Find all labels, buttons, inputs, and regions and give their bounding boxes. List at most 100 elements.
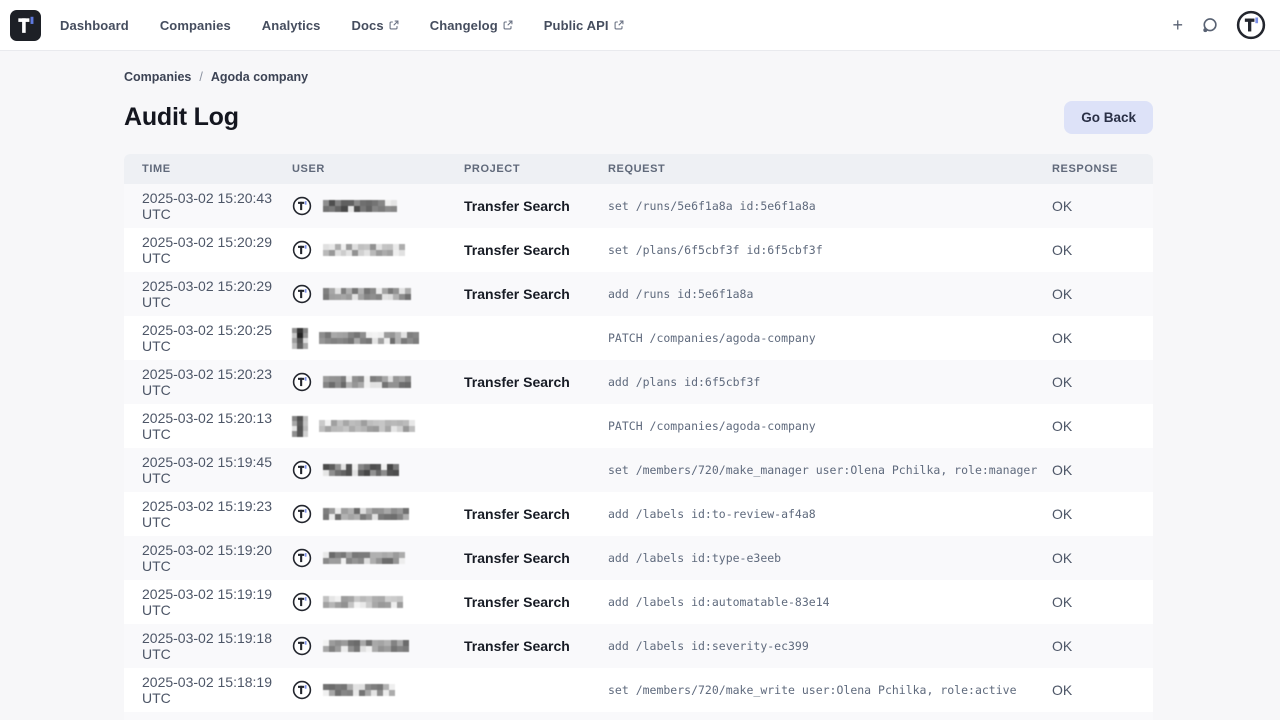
audit-log-row: 2025-03-02 15:20:43 UTC Transfer Searchs… (124, 184, 1153, 228)
t-logo-avatar-icon (292, 680, 312, 700)
external-link-icon (503, 18, 513, 33)
redacted-user-name (323, 200, 397, 212)
row-project: Transfer Search (464, 374, 608, 390)
audit-log-row: 2025-03-02 15:19:19 UTC Transfer Searcha… (124, 580, 1153, 624)
redacted-user-name (323, 244, 405, 256)
t-logo-avatar-icon (292, 460, 312, 480)
pixelated-avatar-icon (292, 328, 308, 349)
nav-item-public-api[interactable]: Public API (544, 18, 624, 33)
go-back-button[interactable]: Go Back (1064, 101, 1153, 134)
partial-next-row (124, 712, 1153, 720)
external-link-icon (389, 18, 399, 33)
pixelated-avatar-icon (292, 416, 308, 437)
table-header-row: TIME USER PROJECT REQUEST RESPONSE (124, 154, 1153, 184)
row-time: 2025-03-02 15:19:45 UTC (124, 454, 292, 486)
breadcrumb: Companies / Agoda company (124, 70, 1153, 84)
breadcrumb-companies-link[interactable]: Companies (124, 70, 191, 84)
t-logo-avatar-icon (292, 592, 312, 612)
add-button[interactable]: + (1172, 16, 1183, 34)
row-time: 2025-03-02 15:20:23 UTC (124, 366, 292, 398)
nav-item-analytics[interactable]: Analytics (262, 18, 321, 33)
row-response-status: OK (1052, 418, 1134, 434)
t-logo-avatar-icon (292, 504, 312, 524)
row-request: PATCH /companies/agoda-company (608, 331, 1052, 345)
row-user (292, 284, 464, 304)
column-header-time: TIME (124, 163, 292, 175)
column-header-project: PROJECT (464, 163, 608, 175)
row-user (292, 548, 464, 568)
support-headset-icon[interactable] (1200, 16, 1219, 35)
nav-items: Dashboard Companies Analytics Docs Changelo… (60, 18, 624, 33)
row-user (292, 196, 464, 216)
breadcrumb-separator: / (199, 70, 202, 84)
redacted-user-name (323, 684, 395, 696)
row-project: Transfer Search (464, 286, 608, 302)
row-request: add /labels id:type-e3eeb (608, 551, 1052, 565)
row-project: Transfer Search (464, 198, 608, 214)
row-user (292, 592, 464, 612)
top-nav: Dashboard Companies Analytics Docs Changelo… (0, 0, 1280, 51)
row-project: Transfer Search (464, 550, 608, 566)
row-response-status: OK (1052, 242, 1134, 258)
row-request: set /runs/5e6f1a8a id:5e6f1a8a (608, 199, 1052, 213)
redacted-user-name (323, 376, 411, 388)
nav-item-label: Public API (544, 18, 609, 33)
redacted-user-name (323, 288, 411, 300)
page-title: Audit Log (124, 103, 239, 132)
t-logo-avatar-icon (292, 240, 312, 260)
row-project: Transfer Search (464, 506, 608, 522)
nav-item-label: Changelog (430, 18, 498, 33)
row-response-status: OK (1052, 330, 1134, 346)
row-request: set /plans/6f5cbf3f id:6f5cbf3f (608, 243, 1052, 257)
audit-log-row: 2025-03-02 15:19:20 UTC Transfer Searcha… (124, 536, 1153, 580)
redacted-user-name (319, 420, 415, 432)
audit-log-row: 2025-03-02 15:19:18 UTC Transfer Searcha… (124, 624, 1153, 668)
audit-log-row: 2025-03-02 15:19:45 UTC set /members/720… (124, 448, 1153, 492)
nav-item-docs[interactable]: Docs (352, 18, 399, 33)
nav-item-dashboard[interactable]: Dashboard (60, 18, 129, 33)
breadcrumb-current[interactable]: Agoda company (211, 70, 308, 84)
t-logo-avatar-icon (292, 284, 312, 304)
redacted-user-name (319, 332, 419, 344)
row-user (292, 328, 464, 349)
user-avatar[interactable] (1236, 10, 1266, 40)
row-user (292, 636, 464, 656)
redacted-user-name (323, 552, 405, 564)
row-user (292, 372, 464, 392)
row-time: 2025-03-02 15:19:23 UTC (124, 498, 292, 530)
audit-log-row: 2025-03-02 15:20:29 UTC Transfer Searchs… (124, 228, 1153, 272)
nav-item-label: Dashboard (60, 18, 129, 33)
nav-item-changelog[interactable]: Changelog (430, 18, 513, 33)
row-request: add /runs id:5e6f1a8a (608, 287, 1052, 301)
nav-item-companies[interactable]: Companies (160, 18, 231, 33)
column-header-user: USER (292, 163, 464, 175)
row-time: 2025-03-02 15:19:19 UTC (124, 586, 292, 618)
row-time: 2025-03-02 15:18:19 UTC (124, 674, 292, 706)
row-request: PATCH /companies/agoda-company (608, 419, 1052, 433)
row-response-status: OK (1052, 198, 1134, 214)
row-response-status: OK (1052, 594, 1134, 610)
row-response-status: OK (1052, 462, 1134, 478)
audit-log-row: 2025-03-02 15:18:19 UTC set /members/720… (124, 668, 1153, 712)
audit-log-row: 2025-03-02 15:19:23 UTC Transfer Searcha… (124, 492, 1153, 536)
audit-log-row: 2025-03-02 15:20:25 UTCPATCH /companies/… (124, 316, 1153, 360)
redacted-user-name (323, 508, 409, 520)
nav-item-label: Analytics (262, 18, 321, 33)
audit-log-row: 2025-03-02 15:20:29 UTC Transfer Searcha… (124, 272, 1153, 316)
redacted-user-name (323, 464, 399, 476)
row-user (292, 240, 464, 260)
row-time: 2025-03-02 15:20:29 UTC (124, 234, 292, 266)
t-logo-avatar-icon (292, 548, 312, 568)
t-logo-avatar-icon (292, 196, 312, 216)
app-logo-icon[interactable] (10, 10, 41, 41)
redacted-user-name (323, 596, 403, 608)
row-response-status: OK (1052, 682, 1134, 698)
row-request: add /labels id:severity-ec399 (608, 639, 1052, 653)
row-response-status: OK (1052, 374, 1134, 390)
t-logo-avatar-icon (292, 636, 312, 656)
redacted-user-name (323, 640, 409, 652)
column-header-request: REQUEST (608, 163, 1052, 175)
row-user (292, 504, 464, 524)
row-project: Transfer Search (464, 594, 608, 610)
row-response-status: OK (1052, 506, 1134, 522)
